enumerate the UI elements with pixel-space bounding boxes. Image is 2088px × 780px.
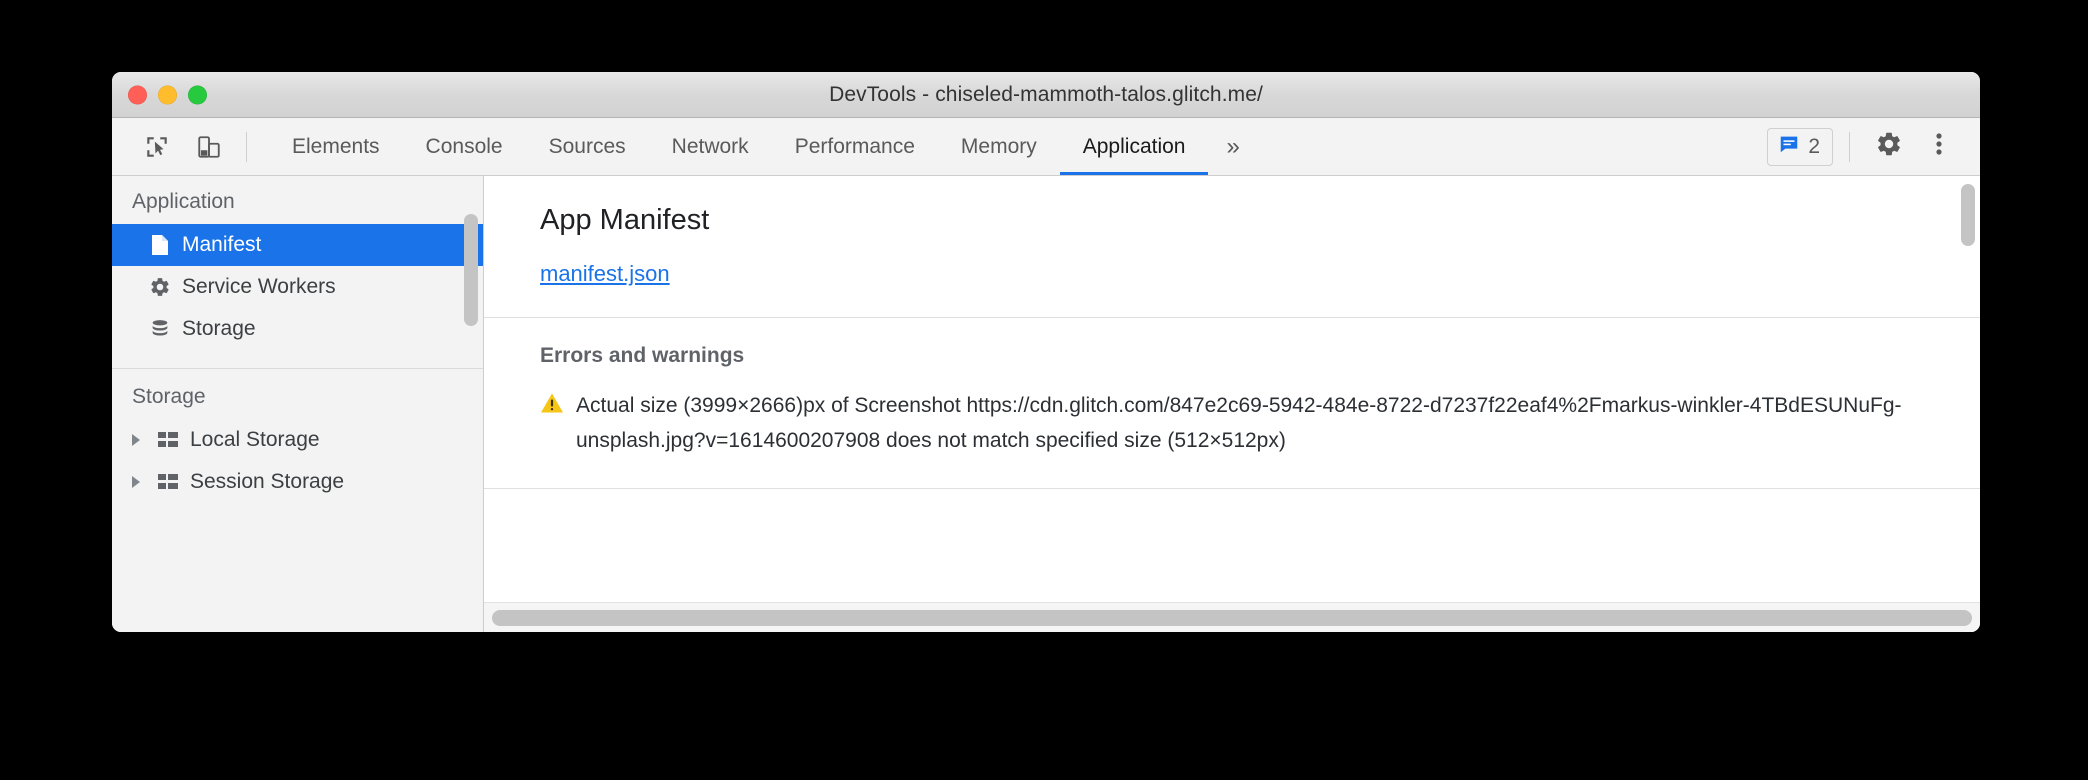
devtools-tabbar: Elements Console Sources Network Perform… [112, 118, 1980, 176]
manifest-panel: App Manifest manifest.json Errors and wa… [484, 176, 1980, 632]
warning-row: Actual size (3999×2666)px of Screenshot … [540, 388, 1930, 458]
close-window-button[interactable] [128, 85, 147, 104]
inspect-element-icon [144, 134, 170, 160]
inspect-element-button[interactable] [134, 124, 180, 170]
chevron-right-icon[interactable] [126, 430, 146, 450]
devtools-window: DevTools - chiseled-mammoth-talos.glitch… [112, 72, 1980, 632]
application-sidebar: Application Manifest Service Workers Sto… [112, 176, 484, 632]
tab-console[interactable]: Console [403, 118, 526, 175]
sidebar-item-label-session-storage: Session Storage [190, 470, 345, 493]
main-horizontal-scrollbar-thumb[interactable] [492, 609, 1972, 626]
kebab-menu-icon [1927, 130, 1951, 163]
database-icon [148, 317, 172, 341]
tabbar-divider [1849, 131, 1850, 162]
tab-memory[interactable]: Memory [938, 118, 1060, 175]
window-titlebar: DevTools - chiseled-mammoth-talos.glitch… [112, 72, 1980, 118]
sidebar-item-manifest[interactable]: Manifest [112, 224, 483, 266]
main-menu-button[interactable] [1916, 124, 1962, 170]
manifest-scroll-area: App Manifest manifest.json Errors and wa… [484, 176, 1980, 602]
sidebar-group-title-application: Application [132, 190, 235, 213]
sidebar-item-session-storage[interactable]: Session Storage [112, 461, 483, 503]
device-toolbar-button[interactable] [186, 124, 232, 170]
minimize-window-button[interactable] [158, 85, 177, 104]
sidebar-item-service-workers[interactable]: Service Workers [112, 266, 483, 308]
warning-message: Actual size (3999×2666)px of Screenshot … [576, 394, 1902, 452]
gear-icon [1875, 130, 1903, 163]
sidebar-item-storage[interactable]: Storage [112, 308, 483, 350]
sidebar-group-storage: Storage Local Storage Session Storage [112, 368, 483, 509]
document-icon [148, 233, 172, 257]
tab-network[interactable]: Network [649, 118, 772, 175]
chevron-right-icon[interactable] [126, 472, 146, 492]
sidebar-group-application: Application Manifest Service Workers Sto… [112, 176, 483, 356]
warning-triangle-icon [540, 392, 564, 419]
message-count: 2 [1808, 134, 1820, 158]
sidebar-item-label-manifest: Manifest [182, 233, 262, 256]
page-title: App Manifest [540, 204, 710, 236]
sidebar-item-label-storage: Storage [182, 317, 256, 340]
table-icon [156, 470, 180, 494]
manifest-json-link[interactable]: manifest.json [540, 261, 670, 286]
manifest-header-section: App Manifest manifest.json [484, 176, 1980, 318]
window-title: DevTools - chiseled-mammoth-talos.glitch… [829, 82, 1263, 106]
gear-icon [148, 275, 172, 299]
settings-button[interactable] [1866, 124, 1912, 170]
more-tabs-button[interactable]: » [1208, 118, 1257, 175]
sidebar-vertical-scrollbar[interactable] [464, 214, 478, 326]
tabbar-right-controls: 2 [1767, 118, 1980, 175]
main-horizontal-scrollbar[interactable] [484, 602, 1980, 632]
message-count-badge[interactable]: 2 [1767, 127, 1833, 166]
screenshot-root: DevTools - chiseled-mammoth-talos.glitch… [0, 0, 2088, 780]
traffic-lights [128, 85, 207, 104]
toolbar-divider [246, 131, 247, 162]
tab-sources[interactable]: Sources [526, 118, 649, 175]
sidebar-item-local-storage[interactable]: Local Storage [112, 419, 483, 461]
tab-elements[interactable]: Elements [269, 118, 403, 175]
panel-tabs: Elements Console Sources Network Perform… [269, 118, 1258, 175]
devtools-body: Application Manifest Service Workers Sto… [112, 176, 1980, 632]
errors-heading: Errors and warnings [540, 344, 745, 367]
maximize-window-button[interactable] [188, 85, 207, 104]
errors-and-warnings-section: Errors and warnings Actual size (3999×26… [484, 318, 1980, 489]
panel-blank-strip [484, 489, 1980, 515]
sidebar-item-label-service-workers: Service Workers [182, 275, 336, 298]
sidebar-item-label-local-storage: Local Storage [190, 428, 320, 451]
tab-application[interactable]: Application [1059, 118, 1209, 175]
main-vertical-scrollbar[interactable] [1961, 184, 1975, 246]
device-toolbar-icon [196, 134, 222, 160]
table-icon [156, 428, 180, 452]
toolbar-icon-group [134, 118, 232, 175]
sidebar-group-title-storage: Storage [132, 385, 206, 408]
message-icon [1778, 133, 1800, 160]
tab-performance[interactable]: Performance [772, 118, 938, 175]
